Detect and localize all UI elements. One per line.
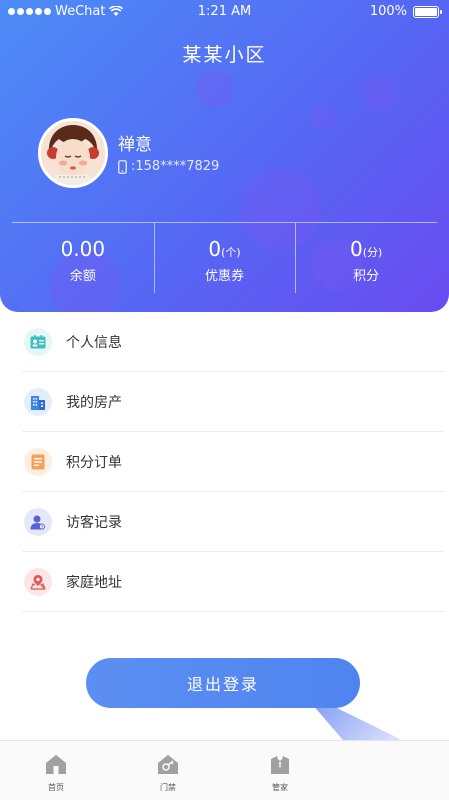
page-title: 某某小区: [182, 44, 267, 66]
menu-label: 我的房产: [66, 395, 122, 411]
menu-item-visitor-records[interactable]: 访客记录: [0, 492, 449, 552]
menu-item-my-property[interactable]: 我的房产: [0, 372, 449, 432]
avatar[interactable]: [38, 118, 108, 188]
decor-bubble: [362, 75, 396, 109]
tab-label: 管家: [272, 783, 288, 792]
bottom-tab-bar: 首页 门禁 管家: [0, 740, 449, 800]
stat-value: 0.00: [60, 237, 106, 261]
tab-label: 首页: [48, 783, 64, 792]
menu-item-personal-info[interactable]: 个人信息: [0, 312, 449, 372]
menu-item-home-address[interactable]: 家庭地址: [0, 552, 449, 612]
menu-list: 个人信息 我的房产 积分订单 访客记录 家庭地址: [0, 312, 449, 612]
phone-number: :158****7829: [131, 159, 220, 174]
visitor-icon: [24, 508, 52, 536]
phone-icon: [118, 159, 127, 174]
user-phone: :158****7829: [118, 159, 219, 174]
order-list-icon: [24, 448, 52, 476]
avatar-illustration-icon: [41, 121, 105, 185]
tab-label: 门禁: [160, 783, 176, 792]
id-card-icon: [24, 328, 52, 356]
battery-icon: [413, 5, 442, 18]
key-house-icon: [158, 755, 178, 774]
stat-coupons[interactable]: 0(个) 优惠券: [153, 223, 296, 293]
stats-row: 0.00 余额 0(个) 优惠券 0(分) 积分: [12, 223, 437, 293]
stat-value: 0: [208, 237, 222, 261]
tab-butler[interactable]: 管家: [224, 741, 336, 800]
menu-label: 个人信息: [66, 335, 122, 351]
battery-status: 100%: [369, 4, 442, 19]
decor-bubble: [310, 105, 336, 131]
logout-button[interactable]: 退出登录: [86, 658, 360, 708]
map-pin-icon: [24, 568, 52, 596]
menu-item-points-orders[interactable]: 积分订单: [0, 432, 449, 492]
stat-label: 积分: [353, 269, 380, 284]
tab-home[interactable]: 首页: [0, 741, 112, 800]
profile-header: WeChat 1:21 AM 100% 某某小区 禅意:158****7829…: [0, 0, 449, 312]
user-name: 禅意: [118, 135, 152, 155]
tab-access-control[interactable]: 门禁: [112, 741, 224, 800]
stat-value: 0: [350, 237, 363, 261]
stat-unit: (个): [221, 246, 241, 259]
building-icon: [24, 388, 52, 416]
stat-balance[interactable]: 0.00 余额: [12, 223, 154, 293]
stat-label: 余额: [69, 269, 96, 284]
stat-points[interactable]: 0(分) 积分: [295, 223, 437, 293]
stat-unit: (分): [362, 246, 383, 259]
decor-bubble: [195, 70, 233, 108]
home-icon: [46, 755, 66, 774]
tab-hidden[interactable]: [336, 741, 448, 800]
butler-icon: [271, 756, 289, 774]
menu-label: 访客记录: [66, 515, 122, 531]
menu-label: 家庭地址: [66, 575, 122, 591]
stat-label: 优惠券: [205, 269, 245, 284]
status-bar: WeChat 1:21 AM 100%: [0, 0, 449, 24]
menu-label: 积分订单: [66, 455, 122, 471]
battery-percent: 100%: [369, 4, 407, 19]
